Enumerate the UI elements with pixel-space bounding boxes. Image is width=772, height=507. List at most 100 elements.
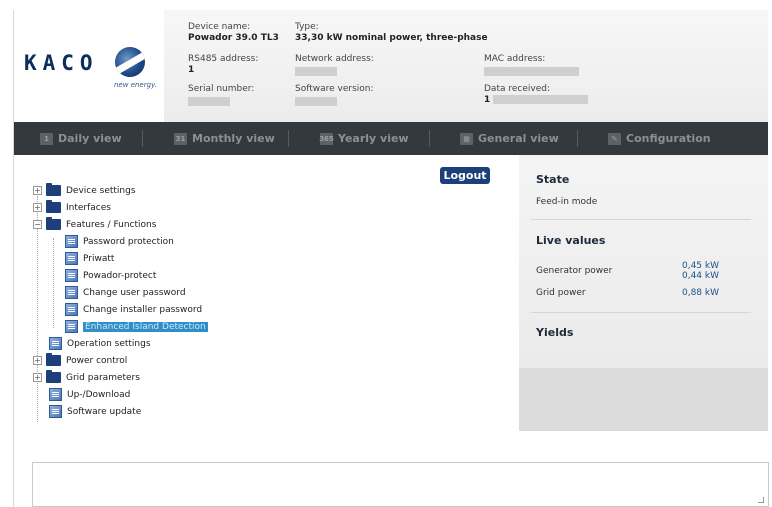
tree-label: Device settings — [66, 185, 136, 196]
device-name-label: Device name: — [188, 22, 251, 32]
mac-value-redacted — [484, 67, 579, 76]
tree-label: Features / Functions — [66, 219, 157, 230]
tree-label: Interfaces — [66, 202, 111, 213]
nav-divider — [577, 130, 578, 147]
generator-power-label: Generator power — [536, 266, 613, 276]
kaco-logo: KACO new energy. — [14, 10, 164, 122]
data-received-redacted — [493, 95, 589, 104]
expand-plus-icon[interactable]: + — [33, 203, 42, 212]
nav-monthly-view[interactable]: 31 Monthly view — [174, 122, 275, 155]
serial-field: Serial number: — [188, 84, 254, 106]
rs485-field: RS485 address: 1 — [188, 54, 258, 76]
logo-wordmark: KACO — [24, 51, 99, 75]
tree-label: Priwatt — [83, 253, 115, 264]
folder-open-icon — [46, 217, 61, 230]
tree-item-priwatt[interactable]: Priwatt — [65, 251, 114, 266]
document-icon — [49, 405, 62, 418]
panel-divider — [531, 312, 751, 313]
tree-item-powador-protect[interactable]: Powador-protect — [65, 268, 156, 283]
data-received-field: Data received: 1 — [484, 84, 589, 106]
tree-label: Password protection — [83, 236, 174, 247]
nav-divider — [142, 130, 143, 147]
document-icon — [65, 235, 78, 248]
tree-item-interfaces[interactable]: + Interfaces — [33, 200, 111, 215]
tree-label: Grid parameters — [66, 372, 140, 383]
nav-divider — [429, 130, 430, 147]
network-value-redacted — [295, 67, 337, 76]
tree-label: Operation settings — [67, 338, 151, 349]
tree-item-software-update[interactable]: Software update — [49, 404, 141, 419]
calendar-month-icon: 31 — [174, 132, 187, 145]
network-label: Network address: — [295, 54, 374, 64]
grid-power-label: Grid power — [536, 288, 586, 298]
tree-item-enhanced-island-detection[interactable]: Enhanced Island Detection — [65, 319, 208, 334]
nav-daily-label: Daily view — [58, 132, 122, 145]
rs485-value: 1 — [188, 65, 195, 75]
tree-item-change-user-password[interactable]: Change user password — [65, 285, 186, 300]
expand-plus-icon[interactable]: + — [33, 373, 42, 382]
device-name-value: Powador 39.0 TL3 — [188, 33, 279, 43]
tree-item-change-installer-password[interactable]: Change installer password — [65, 302, 202, 317]
nav-configuration[interactable]: ✎ Configuration — [608, 122, 711, 155]
logo-tagline: new energy. — [114, 81, 157, 89]
type-value: 33,30 kW nominal power, three-phase — [295, 33, 488, 43]
generator-power-values: 0,45 kW 0,44 kW — [669, 261, 719, 281]
calendar-day-icon: 1 — [40, 132, 53, 145]
rs485-label: RS485 address: — [188, 54, 259, 64]
nav-yearly-view[interactable]: 365 Yearly view — [319, 122, 409, 155]
folder-icon — [46, 353, 61, 366]
state-value: Feed-in mode — [536, 197, 598, 207]
generator-power-value-1: 0,45 kW — [681, 261, 719, 271]
panel-divider — [531, 219, 751, 220]
tree-label: Up-/Download — [67, 389, 131, 400]
logout-button[interactable]: Logout — [440, 167, 490, 184]
tree-label-selected: Enhanced Island Detection — [83, 321, 208, 332]
tree-item-grid-parameters[interactable]: + Grid parameters — [33, 370, 140, 385]
tree-label: Software update — [67, 406, 142, 417]
nav-daily-view[interactable]: 1 Daily view — [40, 122, 122, 155]
data-received-label: Data received: — [484, 84, 550, 94]
folder-icon — [46, 370, 61, 383]
nav-yearly-label: Yearly view — [338, 132, 409, 145]
tree-item-power-control[interactable]: + Power control — [33, 353, 127, 368]
software-label: Software version: — [295, 84, 374, 94]
state-title: State — [536, 173, 570, 186]
panel-footer-band — [519, 368, 768, 431]
message-textarea[interactable] — [32, 462, 769, 507]
overview-icon: ▦ — [460, 132, 473, 145]
logo-globe-icon — [115, 47, 145, 77]
mac-label: MAC address: — [484, 54, 546, 64]
calendar-year-icon: 365 — [319, 132, 334, 145]
grid-power-value: 0,88 kW — [681, 288, 719, 298]
tree-item-operation-settings[interactable]: Operation settings — [49, 336, 151, 351]
type-field: Type: 33,30 kW nominal power, three-phas… — [295, 22, 488, 44]
document-icon — [65, 320, 78, 333]
nav-monthly-label: Monthly view — [192, 132, 275, 145]
document-icon — [65, 252, 78, 265]
collapse-minus-icon[interactable]: − — [33, 220, 42, 229]
tree-item-device-settings[interactable]: + Device settings — [33, 183, 136, 198]
tree-item-password-protection[interactable]: Password protection — [65, 234, 174, 249]
nav-general-view[interactable]: ▦ General view — [460, 122, 559, 155]
document-icon — [65, 286, 78, 299]
nav-configuration-label: Configuration — [626, 132, 711, 145]
tree-item-up-download[interactable]: Up-/Download — [49, 387, 130, 402]
folder-icon — [46, 183, 61, 196]
tree-label: Change installer password — [83, 304, 203, 315]
network-field: Network address: — [295, 54, 374, 76]
wrench-icon: ✎ — [608, 132, 621, 145]
resize-grip-icon[interactable] — [758, 497, 764, 503]
tree-label: Power control — [66, 355, 128, 366]
tree-label: Powador-protect — [83, 270, 157, 281]
nav-general-label: General view — [478, 132, 559, 145]
generator-power-value-2: 0,44 kW — [681, 271, 719, 281]
tree-item-features[interactable]: − Features / Functions — [33, 217, 156, 232]
yields-title: Yields — [536, 326, 574, 339]
live-values-title: Live values — [536, 234, 606, 247]
data-received-value: 1 — [484, 95, 589, 106]
status-panel: State Feed-in mode Live values Generator… — [519, 155, 768, 431]
expand-plus-icon[interactable]: + — [33, 356, 42, 365]
serial-value-redacted — [188, 97, 230, 106]
expand-plus-icon[interactable]: + — [33, 186, 42, 195]
device-name-field: Device name: Powador 39.0 TL3 — [188, 22, 279, 44]
